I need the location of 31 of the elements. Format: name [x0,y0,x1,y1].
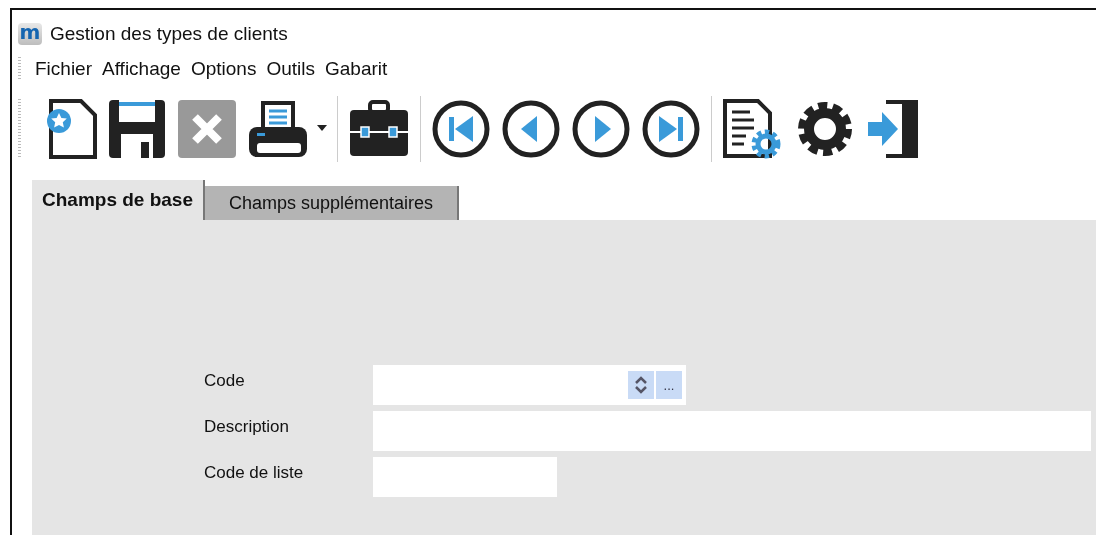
delete-button[interactable] [177,97,237,161]
exit-button[interactable] [866,97,920,161]
close-icon [177,99,237,159]
new-document-icon [45,99,97,159]
menu-item[interactable]: Options [190,58,266,80]
up-down-arrows-icon [635,375,647,395]
field-label: Description [204,416,291,437]
browse-button[interactable]: ... [656,371,682,399]
input-field[interactable] [373,457,557,497]
input-field[interactable]: ... [373,365,686,405]
exit-door-icon [866,98,920,160]
app-logo: m [18,23,42,45]
briefcase-icon [348,100,410,158]
new-document-button[interactable] [45,97,97,161]
printer-icon [247,99,327,159]
tab[interactable]: Champs supplémentaires [205,186,460,220]
window-title: Gestion des types de clients [50,23,288,45]
previous-record-icon [501,99,561,159]
menu-item[interactable]: Outils [266,58,324,80]
menu-item[interactable]: Fichier [35,58,101,80]
first-record-icon [431,99,491,159]
next-record-icon [571,99,631,159]
field-label: Code [204,370,246,391]
last-record-icon [641,99,701,159]
spinner-button[interactable] [628,371,654,399]
tab[interactable]: Champs de base [32,180,205,220]
menu-item[interactable]: Affichage [102,58,190,80]
input-field[interactable] [373,411,1091,451]
field-label: Code de liste [204,462,305,483]
save-button[interactable] [107,97,167,161]
menu-item[interactable]: Gabarit [324,58,397,80]
